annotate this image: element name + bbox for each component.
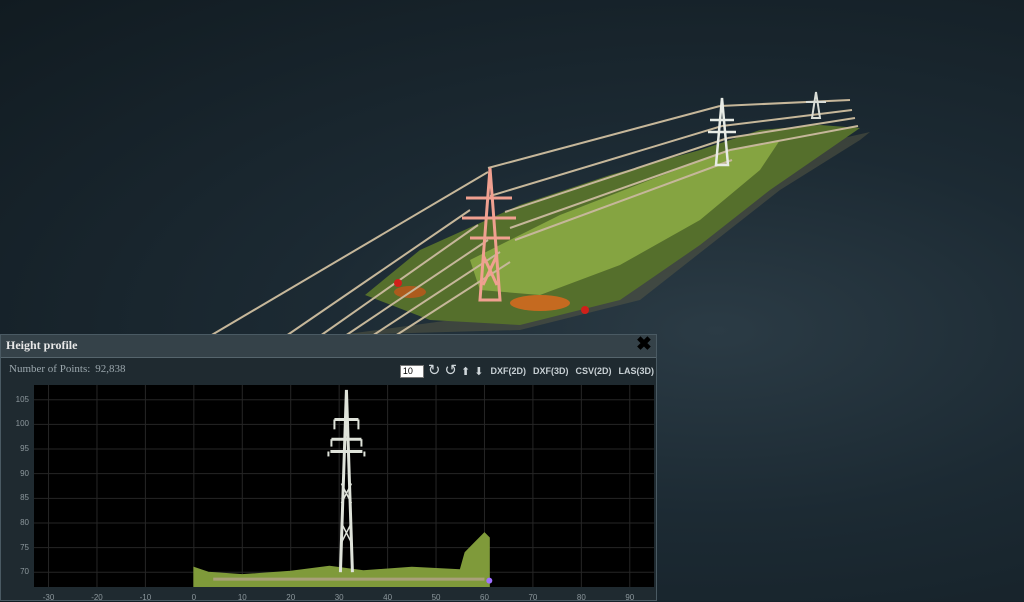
export-csv-2d-button[interactable]: CSV(2D) <box>575 366 611 376</box>
point-count-label: Number of Points: <box>9 363 91 375</box>
point-count: Number of Points: 92,838 <box>9 363 126 375</box>
y-tick-label: 85 <box>20 493 29 503</box>
export-dxf-2d-button[interactable]: DXF(2D) <box>490 366 526 376</box>
profile-width-input[interactable] <box>399 364 424 378</box>
rotate-cw-icon[interactable]: ↻ <box>428 363 441 378</box>
profile-plot-area[interactable] <box>34 385 654 587</box>
y-tick-label: 100 <box>15 419 29 429</box>
profile-toolbar: ↻ ↺ ⬆ ⬇ DXF(2D) DXF(3D) CSV(2D) LAS(3D) <box>399 363 655 379</box>
panel-title: Height profile <box>6 338 78 352</box>
arrow-up-icon[interactable]: ⬆ <box>461 365 470 378</box>
y-tick-label: 105 <box>15 394 29 404</box>
point-count-value: 92,838 <box>95 363 126 375</box>
rotate-ccw-icon[interactable]: ↺ <box>444 363 457 378</box>
tower-profile <box>338 389 354 573</box>
panel-titlebar[interactable]: Height profile ✖ <box>1 335 656 358</box>
y-tick-label: 90 <box>20 468 29 478</box>
arrow-down-icon[interactable]: ⬇ <box>474 365 483 378</box>
y-tick-label: 75 <box>20 542 29 552</box>
height-profile-panel: Height profile ✖ Number of Points: 92,838… <box>0 334 657 602</box>
y-tick-label: 80 <box>20 517 29 527</box>
y-tick-label: 70 <box>20 567 29 577</box>
profile-end-marker <box>486 577 493 584</box>
export-las-3d-button[interactable]: LAS(3D) <box>619 366 655 376</box>
export-dxf-3d-button[interactable]: DXF(3D) <box>533 366 569 376</box>
close-icon[interactable]: ✖ <box>635 335 653 354</box>
y-tick-label: 95 <box>20 444 29 454</box>
profile-marker-end[interactable] <box>581 306 589 314</box>
profile-marker-start[interactable] <box>394 279 402 287</box>
orange-vegetation <box>510 295 570 311</box>
profile-chart <box>34 385 654 587</box>
